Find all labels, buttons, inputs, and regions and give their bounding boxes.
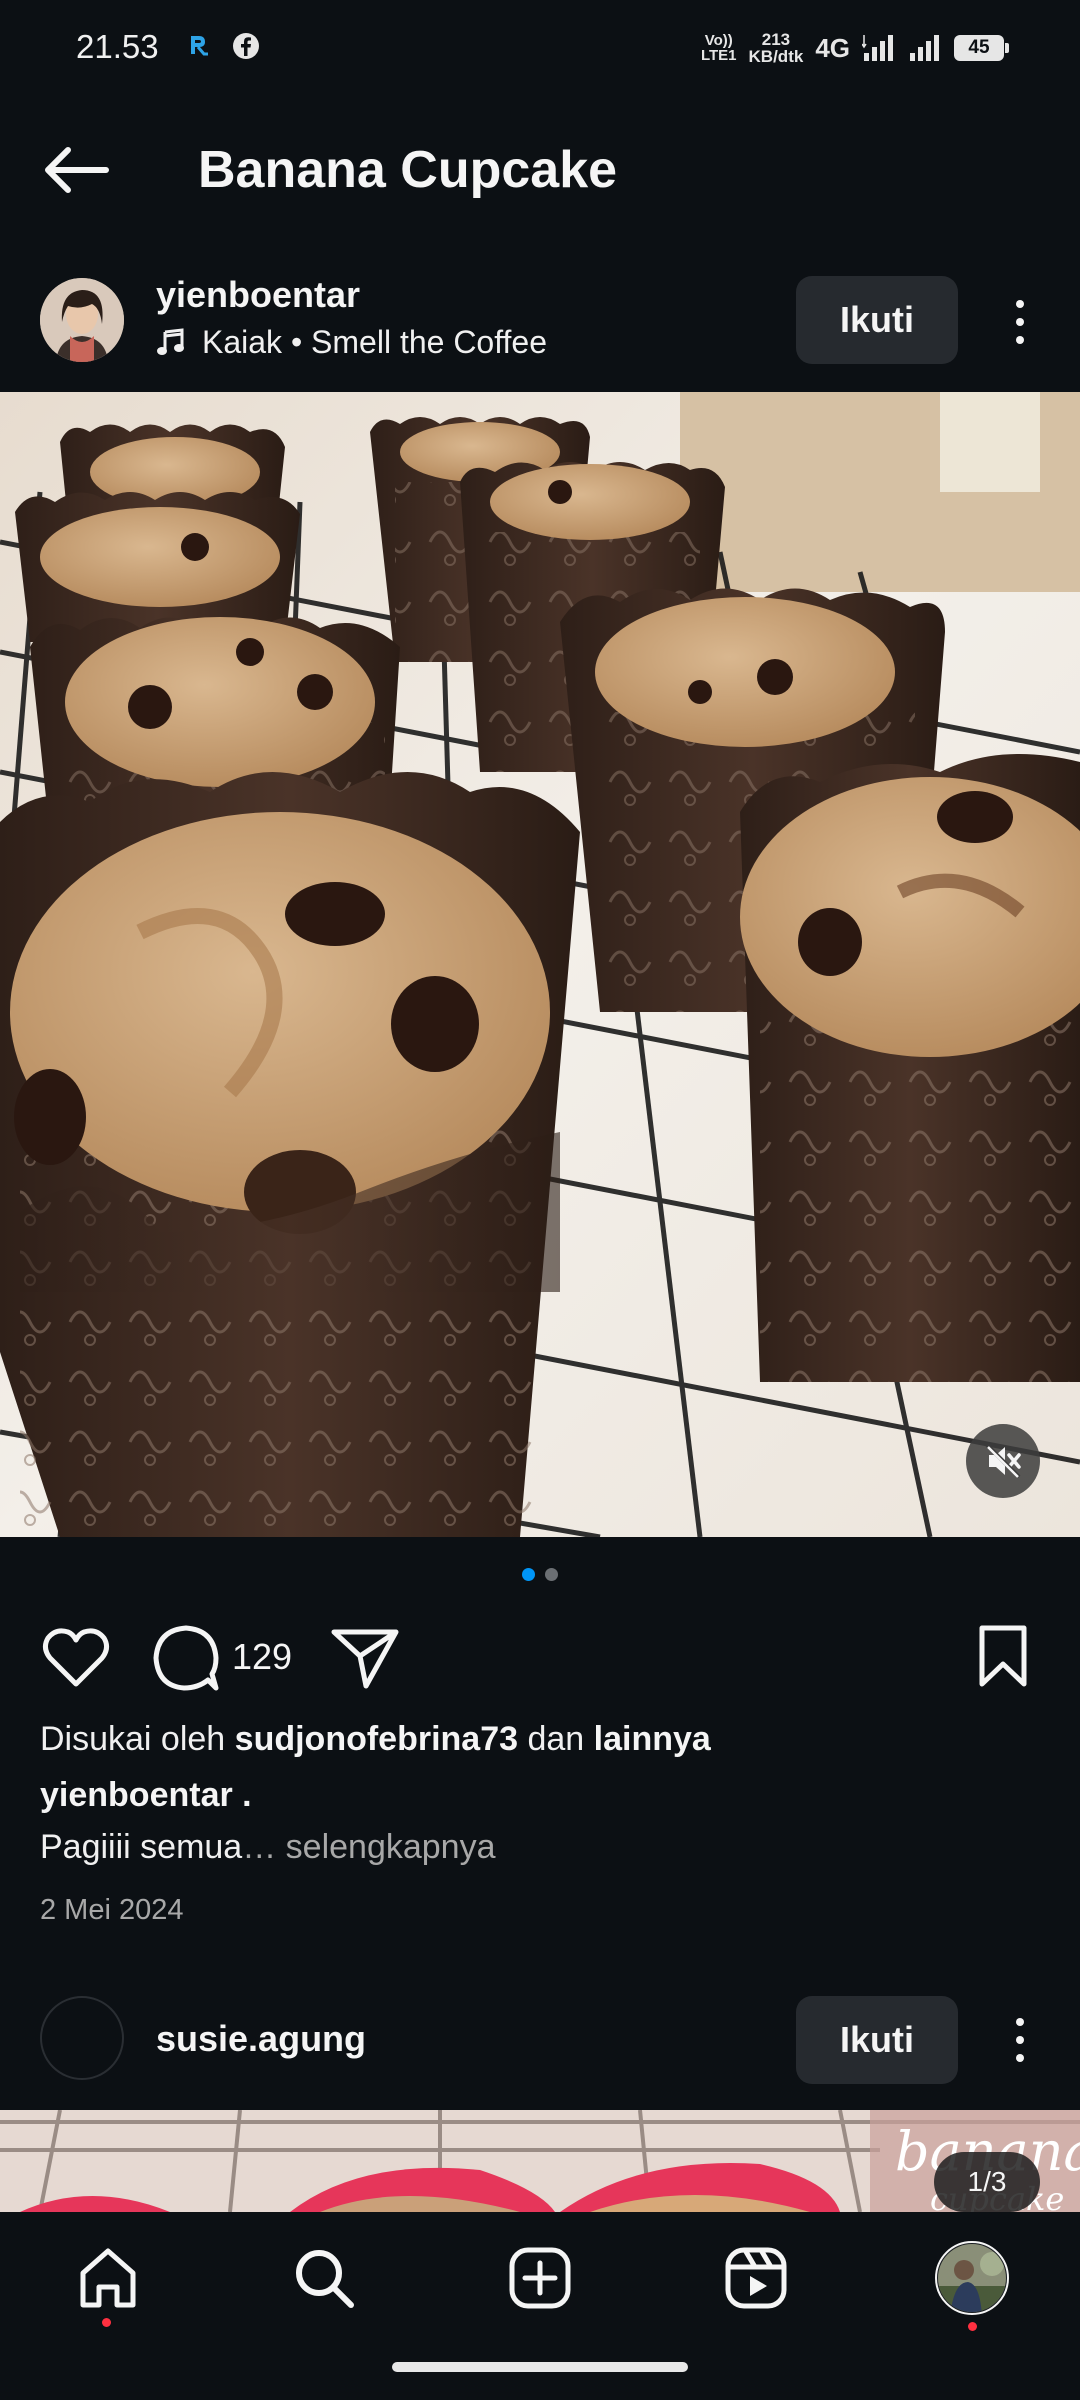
- heart-icon[interactable]: [40, 1626, 112, 1690]
- status-indicators: Vo)) LTE1 213 KB/dtk 4G 45: [700, 26, 1009, 70]
- post-header: yienboentar Kaiak • Smell the Coffee Iku…: [0, 262, 1080, 390]
- status-time: 21.53: [76, 28, 159, 65]
- profile-avatar: [935, 2241, 1009, 2315]
- comment-icon[interactable]: [150, 1624, 224, 1692]
- post2-header: susie.agung Ikuti: [0, 1988, 1080, 2098]
- caption[interactable]: Pagiiii semua… selengkapnya: [40, 1828, 496, 1867]
- carousel-counter: 1/3: [934, 2152, 1040, 2212]
- nav-reels[interactable]: [716, 2238, 796, 2318]
- carousel-dot-active: [522, 1568, 535, 1581]
- bookmark-icon[interactable]: [976, 1624, 1030, 1688]
- music-note-icon: [157, 327, 184, 355]
- post-date: 2 Mei 2024: [40, 1894, 184, 1926]
- post-actions: 129: [0, 1620, 1080, 1700]
- facebook-icon: [233, 33, 259, 59]
- more-options-icon[interactable]: [1000, 2012, 1040, 2068]
- follow-button[interactable]: Ikuti: [796, 276, 958, 364]
- avatar[interactable]: [40, 1996, 124, 2080]
- status-bar: 21.53 Vo)) LTE1 213 KB/dtk 4G 45: [0, 0, 1080, 96]
- carousel-indicator: [0, 1568, 1080, 1581]
- home-icon: [80, 2248, 136, 2308]
- avatar[interactable]: [40, 278, 124, 362]
- likes-summary[interactable]: Disukai oleh sudjonofebrina73 dan lainny…: [40, 1720, 711, 1759]
- carousel-dot: [545, 1568, 558, 1581]
- create-icon: [509, 2247, 571, 2309]
- profile-notification-dot: [968, 2322, 977, 2331]
- post2-image[interactable]: banana cupcake: [0, 2110, 1080, 2212]
- audio-label: Kaiak • Smell the Coffee: [202, 324, 548, 360]
- nav-home[interactable]: [68, 2238, 148, 2318]
- share-icon[interactable]: [330, 1626, 400, 1690]
- home-indicator[interactable]: [392, 2362, 688, 2372]
- caption-username[interactable]: yienboentar .: [40, 1776, 252, 1815]
- more-options-icon[interactable]: [1000, 294, 1040, 350]
- mute-icon[interactable]: [966, 1424, 1040, 1498]
- follow-button[interactable]: Ikuti: [796, 1996, 958, 2084]
- battery-indicator: 45: [954, 35, 1009, 61]
- audio-attribution[interactable]: Kaiak • Smell the Coffee: [156, 324, 547, 361]
- notification-app-icon: [191, 36, 208, 56]
- search-icon: [296, 2250, 354, 2308]
- signal-icon-2: [910, 35, 939, 61]
- nav-profile[interactable]: [932, 2238, 1012, 2318]
- network-speed: 213 KB/dtk: [748, 30, 804, 66]
- post-username[interactable]: yienboentar: [156, 274, 360, 316]
- top-header: Banana Cupcake: [0, 110, 1080, 230]
- arrow-left-icon[interactable]: [36, 140, 116, 200]
- volte-indicator: Vo)) LTE1: [700, 32, 737, 64]
- page-title: Banana Cupcake: [198, 141, 618, 199]
- nav-search[interactable]: [284, 2238, 364, 2318]
- reels-icon: [725, 2247, 787, 2309]
- post2-username[interactable]: susie.agung: [156, 2018, 366, 2060]
- post-image[interactable]: [0, 392, 1080, 1537]
- nav-create[interactable]: [500, 2238, 580, 2318]
- comment-count: 129: [232, 1636, 293, 1677]
- network-type: 4G: [815, 32, 850, 63]
- see-more-link[interactable]: … selengkapnya: [242, 1828, 495, 1866]
- signal-icon: [862, 35, 893, 61]
- home-notification-dot: [102, 2318, 111, 2327]
